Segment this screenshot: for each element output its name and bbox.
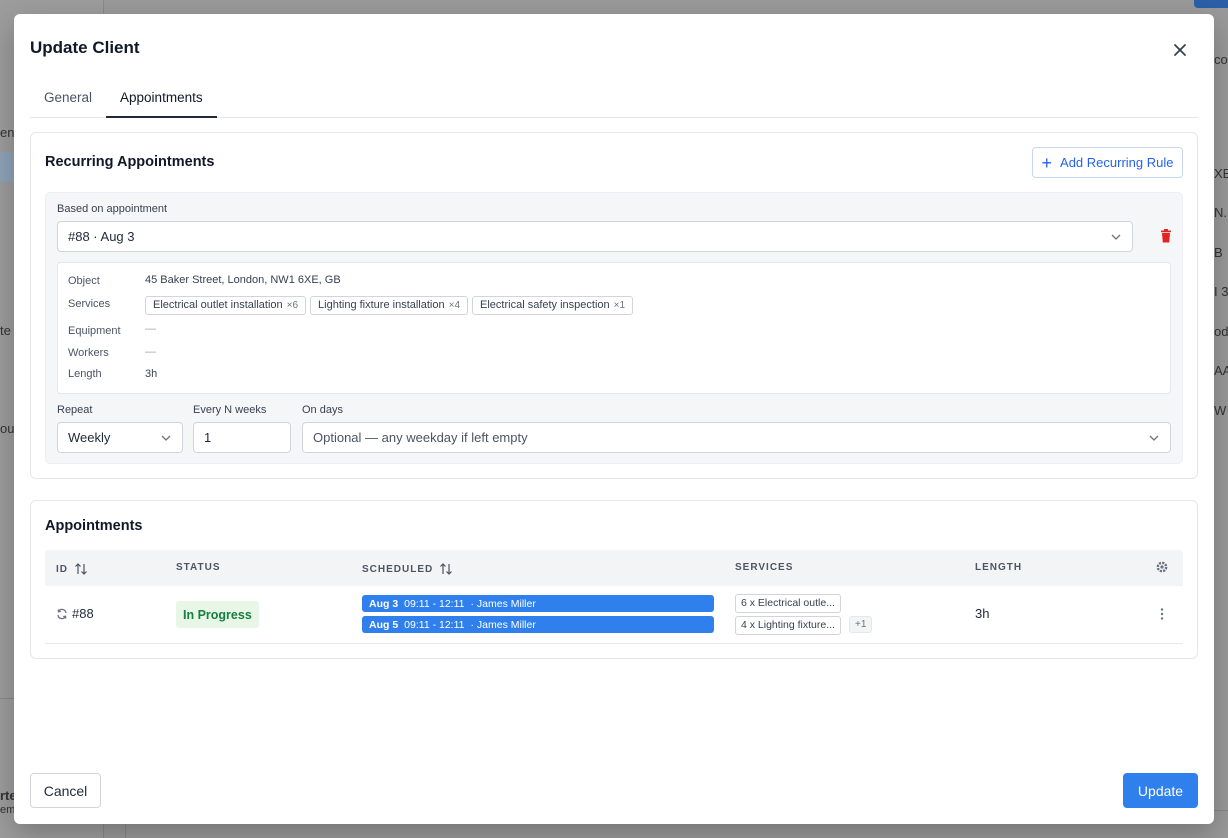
length-value: 3h xyxy=(145,368,158,380)
every-n-weeks-input[interactable]: 1 xyxy=(193,422,291,453)
based-on-appointment-value: #88 · Aug 3 xyxy=(68,229,135,244)
service-chip: 6 x Electrical outle... xyxy=(735,594,841,613)
modal-title: Update Client xyxy=(30,38,140,57)
background-text: ent xyxy=(0,125,14,140)
close-icon xyxy=(1174,44,1186,56)
gear-icon[interactable] xyxy=(1155,560,1169,574)
column-id[interactable]: ID xyxy=(56,562,88,576)
schedule-entry[interactable]: Aug 5 09:11 - 12:11 · James Miller xyxy=(362,616,714,633)
table-header: ID STATUS SCHEDULED SERVICES LENGTH xyxy=(45,550,1183,586)
background-text: our xyxy=(0,421,14,436)
background-text: co xyxy=(1214,52,1228,67)
length-label: Length xyxy=(68,368,102,380)
tab-bar: General Appointments xyxy=(30,84,1198,118)
delete-rule-button[interactable] xyxy=(1158,228,1174,244)
on-days-select[interactable]: Optional — any weekday if left empty xyxy=(302,422,1171,453)
object-value: 45 Baker Street, London, NW1 6XE, GB xyxy=(145,274,341,286)
background-text: B xyxy=(1214,245,1223,260)
service-chip: 4 x Lighting fixture... xyxy=(735,616,841,635)
background-text: N... xyxy=(1214,205,1228,220)
background-top-button xyxy=(1194,0,1228,8)
tab-general[interactable]: General xyxy=(30,84,106,118)
background-text: rte xyxy=(0,788,14,803)
chevron-down-icon xyxy=(161,435,171,441)
sort-icon[interactable] xyxy=(74,562,88,576)
column-scheduled[interactable]: SCHEDULED xyxy=(362,562,453,576)
sort-icon[interactable] xyxy=(439,562,453,576)
column-status: STATUS xyxy=(176,562,221,573)
repeat-label: Repeat xyxy=(57,404,93,416)
equipment-value: — xyxy=(145,323,156,335)
workers-label: Workers xyxy=(68,347,109,359)
background-text: I 3 xyxy=(1214,284,1228,299)
recurring-icon xyxy=(57,608,67,620)
on-days-label: On days xyxy=(302,404,343,416)
update-client-modal: Update Client General Appointments Recur… xyxy=(14,14,1214,824)
tab-appointments[interactable]: Appointments xyxy=(106,84,217,118)
every-n-weeks-label: Every N weeks xyxy=(193,404,267,416)
on-days-placeholder: Optional — any weekday if left empty xyxy=(313,430,528,445)
background-text: XE xyxy=(1214,166,1228,181)
more-services-badge[interactable]: +1 xyxy=(849,616,873,633)
workers-value: — xyxy=(145,346,156,358)
appointments-card: Appointments ID STATUS SCHEDULED SERVICE… xyxy=(30,500,1198,659)
object-label: Object xyxy=(68,275,100,287)
table-row[interactable]: #88 In Progress Aug 3 09:11 - 12:11 · Ja… xyxy=(45,586,1183,644)
close-button[interactable] xyxy=(1170,40,1190,60)
add-recurring-rule-button[interactable]: + Add Recurring Rule xyxy=(1032,147,1183,178)
background-text: od xyxy=(1214,324,1228,339)
background-text: te xyxy=(0,323,11,338)
schedule-entry[interactable]: Aug 3 09:11 - 12:11 · James Miller xyxy=(362,595,714,612)
appointment-details: Object 45 Baker Street, London, NW1 6XE,… xyxy=(57,262,1171,394)
recurring-rule: Based on appointment #88 · Aug 3 Object … xyxy=(45,192,1183,464)
based-on-appointment-select[interactable]: #88 · Aug 3 xyxy=(57,221,1133,252)
background-text: em xyxy=(0,804,14,816)
cancel-button[interactable]: Cancel xyxy=(30,773,101,808)
appointments-title: Appointments xyxy=(45,518,143,534)
appointments-table: ID STATUS SCHEDULED SERVICES LENGTH #88 … xyxy=(45,550,1183,644)
background-text: AA xyxy=(1214,363,1228,378)
update-button[interactable]: Update xyxy=(1123,773,1198,808)
column-length: LENGTH xyxy=(975,562,1023,573)
column-services: SERVICES xyxy=(735,562,794,573)
repeat-select[interactable]: Weekly xyxy=(57,422,183,453)
modal-header: Update Client xyxy=(30,38,1198,62)
chevron-down-icon xyxy=(1149,435,1159,441)
status-badge: In Progress xyxy=(176,601,259,628)
plus-icon: + xyxy=(1041,152,1053,173)
appointment-id[interactable]: #88 xyxy=(72,606,94,621)
repeat-value: Weekly xyxy=(68,430,111,445)
based-on-label: Based on appointment xyxy=(57,203,168,215)
recurring-appointments-title: Recurring Appointments xyxy=(45,154,215,170)
more-options-icon[interactable] xyxy=(1155,606,1169,622)
add-recurring-rule-label: Add Recurring Rule xyxy=(1060,155,1174,170)
trash-icon xyxy=(1161,229,1171,243)
equipment-label: Equipment xyxy=(68,325,121,337)
service-chip: Electrical outlet installation ×6 xyxy=(145,296,307,315)
service-chip: Lighting fixture installation ×4 xyxy=(310,296,469,315)
services-list: Electrical outlet installation ×6 Lighting… xyxy=(145,296,637,315)
background-text: W xyxy=(1214,403,1227,418)
appointment-length: 3h xyxy=(975,606,990,621)
chevron-down-icon xyxy=(1111,234,1121,240)
recurring-appointments-card: Recurring Appointments + Add Recurring R… xyxy=(30,132,1198,479)
service-chip: Electrical safety inspection ×1 xyxy=(472,296,634,315)
services-label: Services xyxy=(68,298,111,310)
